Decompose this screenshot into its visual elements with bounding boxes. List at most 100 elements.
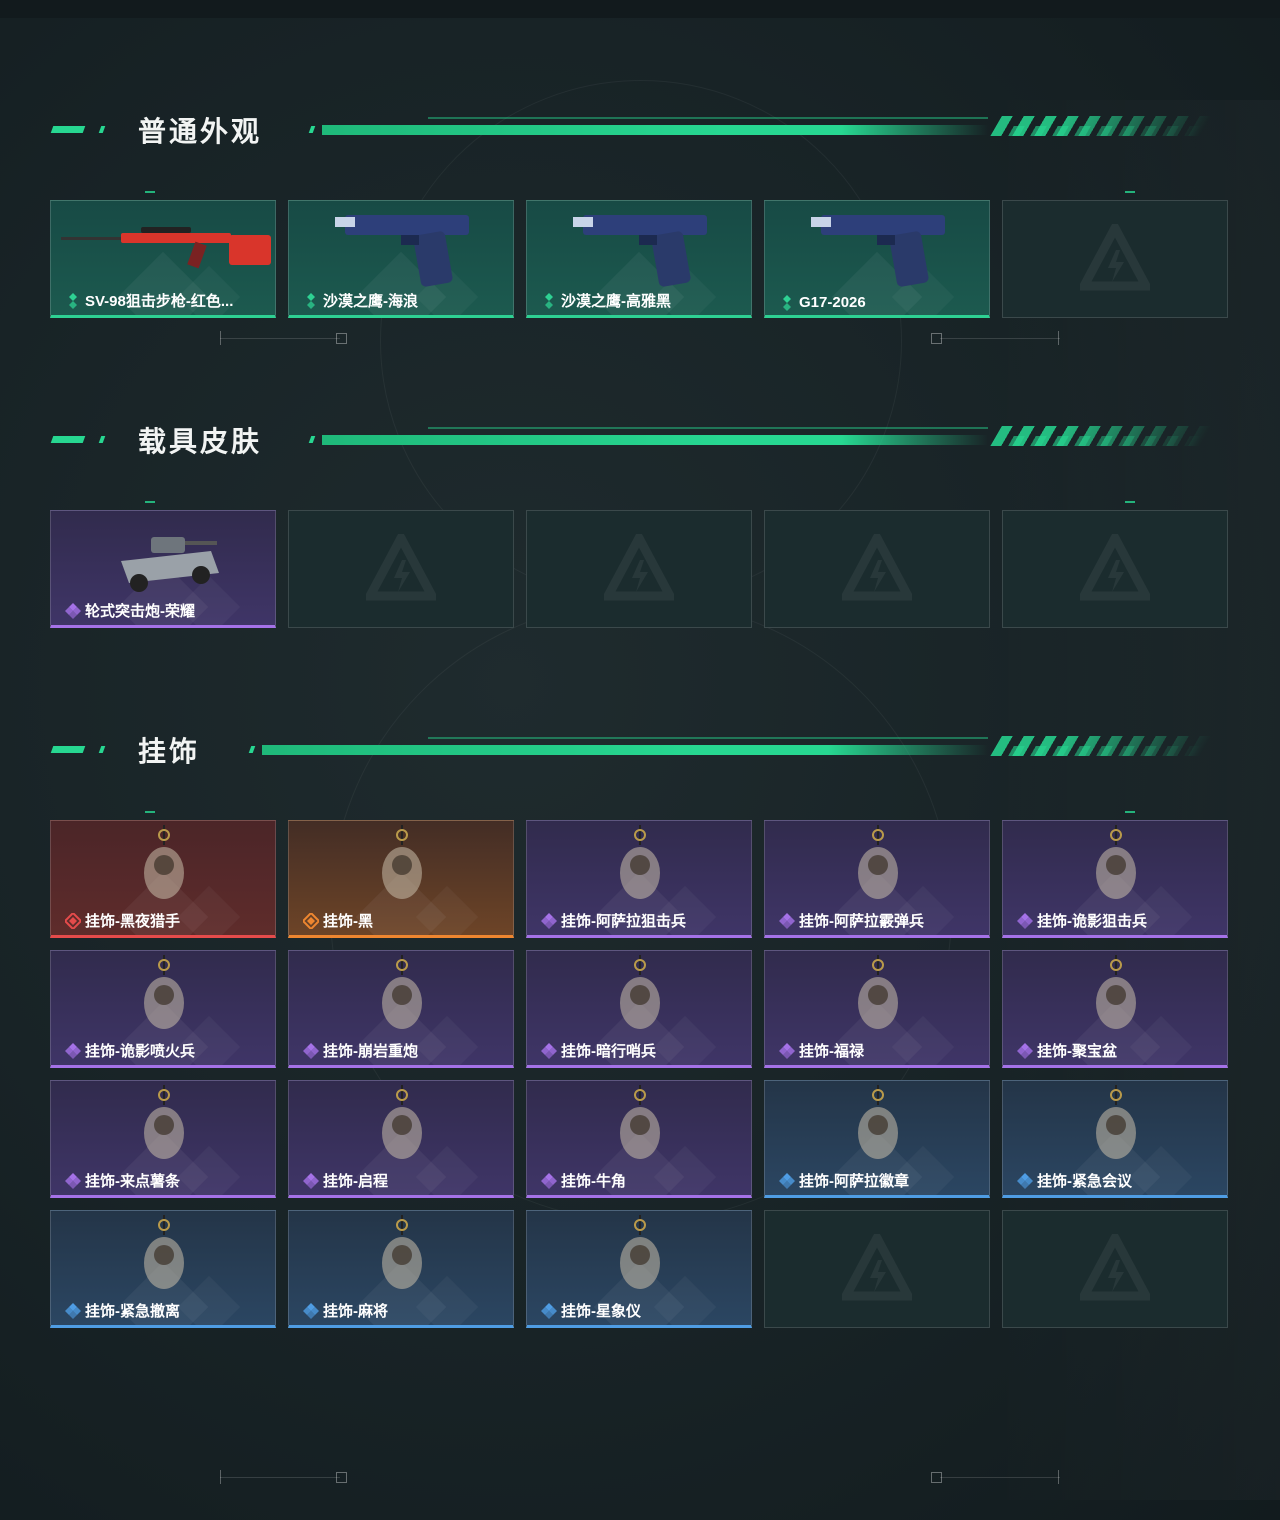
deco-tick [220,1470,221,1484]
header-thin-line [428,737,988,739]
empty-slot [288,510,514,628]
item-card[interactable]: 挂饰-暗行哨兵 [526,950,752,1068]
charm-icon [382,1215,422,1289]
header-progress-line [322,435,988,445]
empty-slot [764,510,990,628]
item-label-row: 挂饰-阿萨拉霰弹兵 [779,910,924,931]
item-card[interactable]: 挂饰-来点薯条 [50,1080,276,1198]
deco-line [940,338,1060,339]
item-card[interactable]: 挂饰-阿萨拉徽章 [764,1080,990,1198]
placeholder-logo-icon [1080,224,1150,291]
item-name: 挂饰-阿萨拉狙击兵 [561,913,686,930]
item-card[interactable]: 挂饰-黑 [288,820,514,938]
deco-tick [1058,331,1059,345]
header-checker-pattern [997,436,1203,446]
item-label-row: 沙漠之鹰-海浪 [303,290,418,311]
rarity-diamond-icon [783,294,791,311]
rarity-diamond-icon [779,912,795,929]
item-card[interactable]: SV-98狙击步枪-红色... [50,200,276,318]
item-name: 挂饰-星象仪 [561,1303,641,1320]
item-card[interactable]: 挂饰-麻将 [288,1210,514,1328]
item-card[interactable]: 挂饰-诡影狙击兵 [1002,820,1228,938]
placeholder-logo-icon [842,534,912,601]
item-label-row: 挂饰-紧急撤离 [65,1300,180,1321]
deco-line [940,1477,1060,1478]
rarity-diamond-icon [65,602,81,619]
rarity-diamond-icon [1017,912,1033,929]
top-band [0,0,1280,18]
rarity-diamond-icon [303,1042,319,1059]
grid-corner-tick [1125,811,1135,813]
item-card[interactable]: 挂饰-紧急撤离 [50,1210,276,1328]
item-label-row: 挂饰-崩岩重炮 [303,1040,418,1061]
section-header: 挂饰 [48,736,1212,767]
deco-line [220,338,340,339]
placeholder-logo-icon [1080,1234,1150,1301]
item-card[interactable]: 沙漠之鹰-海浪 [288,200,514,318]
header-accent-bar [248,746,256,753]
item-card[interactable]: G17-2026 [764,200,990,318]
rarity-diamond-icon [1017,1172,1033,1189]
deco-square [336,333,347,344]
item-name: 挂饰-黑 [323,913,373,930]
placeholder-logo-icon [366,534,436,601]
item-name: 挂饰-暗行哨兵 [561,1043,656,1060]
item-name: 挂饰-麻将 [323,1303,388,1320]
rarity-diamond-icon [1017,1042,1033,1059]
item-card[interactable]: 挂饰-阿萨拉狙击兵 [526,820,752,938]
section-header: 载具皮肤 [48,426,1212,457]
empty-slot [1002,510,1228,628]
item-card[interactable]: 挂饰-阿萨拉霰弹兵 [764,820,990,938]
header-accent-bar [50,436,86,443]
item-card[interactable]: 挂饰-崩岩重炮 [288,950,514,1068]
rarity-diamond-icon [779,1042,795,1059]
header-progress-line [322,125,988,135]
charm-icon [620,1215,660,1289]
charm-icon [858,1085,898,1159]
charm-icon [1096,825,1136,899]
section-title: 挂饰 [138,736,201,767]
rarity-diamond-icon [545,292,553,309]
item-name: 挂饰-启程 [323,1173,388,1190]
item-label-row: 挂饰-麻将 [303,1300,388,1321]
header-accent-bar [50,746,86,753]
rarity-diamond-icon [69,292,77,309]
section-header: 普通外观 [48,116,1212,147]
item-card[interactable]: 挂饰-星象仪 [526,1210,752,1328]
item-label-row: 挂饰-诡影喷火兵 [65,1040,195,1061]
header-accent-bar [98,746,106,753]
rarity-diamond-icon [541,1042,557,1059]
item-card[interactable]: 挂饰-诡影喷火兵 [50,950,276,1068]
pistol-icon [811,215,945,287]
rarity-diamond-icon [303,912,319,929]
item-name: 挂饰-阿萨拉徽章 [799,1173,909,1190]
item-card[interactable]: 挂饰-牛角 [526,1080,752,1198]
item-name: 挂饰-福禄 [799,1043,864,1060]
item-card[interactable]: 挂饰-黑夜猎手 [50,820,276,938]
item-card[interactable]: 挂饰-紧急会议 [1002,1080,1228,1198]
item-card[interactable]: 轮式突击炮-荣耀 [50,510,276,628]
item-label-row: 挂饰-启程 [303,1170,388,1191]
charm-icon [858,955,898,1029]
item-name: 挂饰-来点薯条 [85,1173,180,1190]
item-card[interactable]: 挂饰-聚宝盆 [1002,950,1228,1068]
item-card[interactable]: 挂饰-启程 [288,1080,514,1198]
item-label-row: 挂饰-阿萨拉狙击兵 [541,910,686,931]
rarity-diamond-icon [541,1302,557,1319]
rarity-diamond-icon [65,1042,81,1059]
charm-icon [382,1085,422,1159]
item-name: 沙漠之鹰-海浪 [323,293,418,310]
deco-line [220,1477,340,1478]
rarity-diamond-icon [303,1302,319,1319]
placeholder-logo-icon [1080,534,1150,601]
rarity-diamond-icon [303,1172,319,1189]
item-card[interactable]: 挂饰-福禄 [764,950,990,1068]
item-card[interactable]: 沙漠之鹰-高雅黑 [526,200,752,318]
grid-corner-tick [145,501,155,503]
rarity-diamond-icon [65,1302,81,1319]
header-accent-bar [98,436,106,443]
item-name: 沙漠之鹰-高雅黑 [561,293,671,310]
empty-slot [1002,1210,1228,1328]
charm-icon [620,1085,660,1159]
header-checker-pattern [997,746,1203,756]
